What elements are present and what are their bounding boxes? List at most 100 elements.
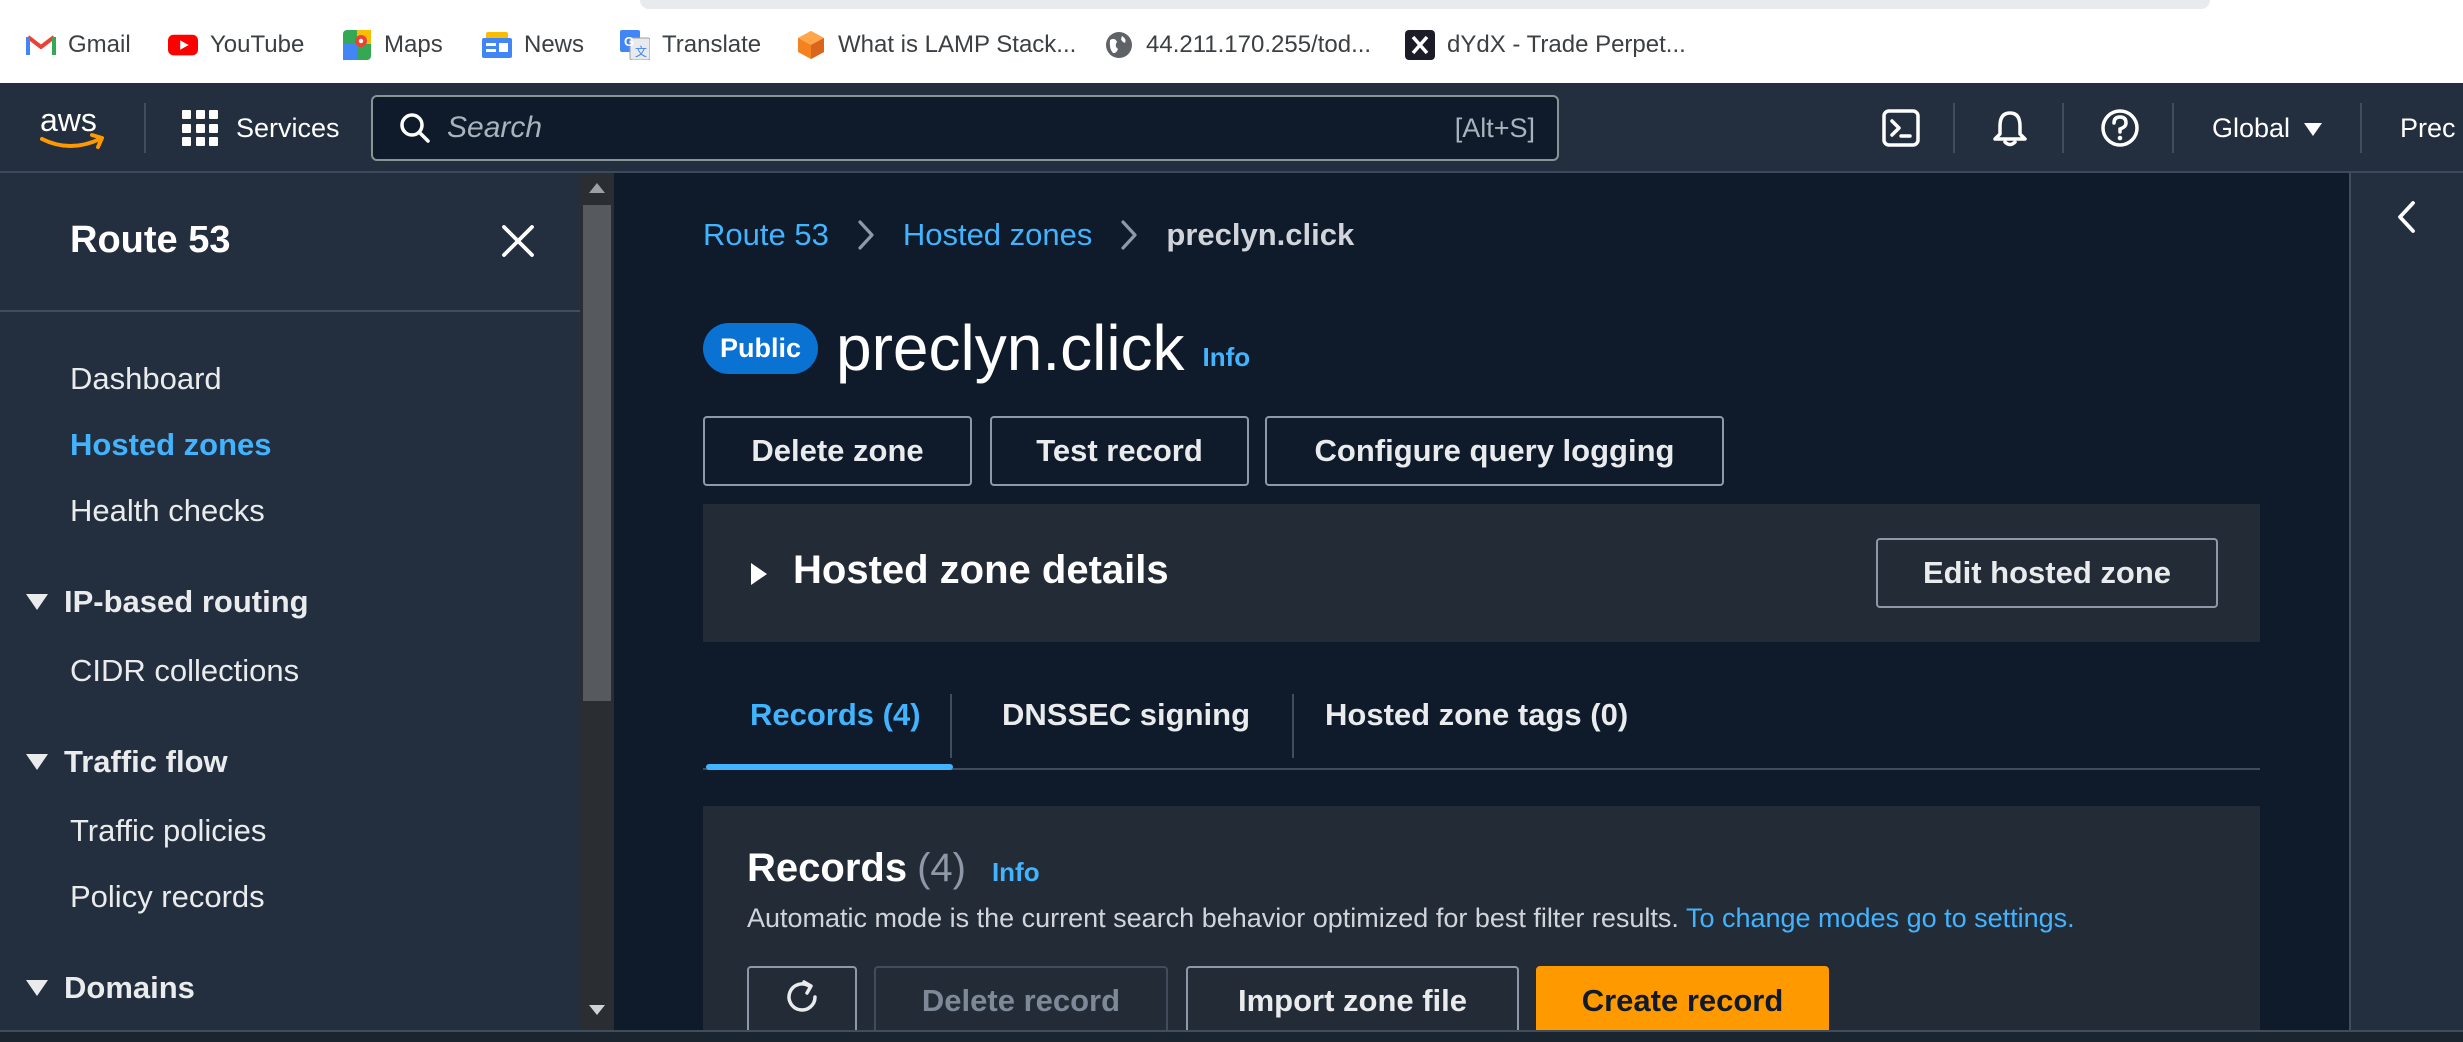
bookmark-translate[interactable]: G文 Translate [620, 26, 761, 64]
bookmark-label: News [524, 31, 585, 58]
bookmark-gmail[interactable]: Gmail [26, 26, 131, 64]
bookmark-ip-address[interactable]: 44.211.170.255/tod... [1104, 26, 1371, 64]
account-menu[interactable]: Prec [2400, 103, 2456, 153]
nav-divider [2360, 103, 2362, 153]
youtube-icon [168, 30, 198, 60]
news-icon [482, 30, 512, 60]
configure-query-logging-button[interactable]: Configure query logging [1265, 416, 1724, 486]
records-info-link[interactable]: Info [992, 857, 1040, 888]
sidebar-divider [0, 310, 580, 312]
maps-icon [342, 30, 372, 60]
sidebar-item-traffic-policies[interactable]: Traffic policies [70, 813, 266, 849]
browser-tab-strip [640, 0, 2210, 9]
delete-record-button[interactable]: Delete record [874, 966, 1168, 1030]
scroll-down-arrow-icon[interactable] [589, 1005, 605, 1015]
services-label: Services [236, 112, 340, 143]
gmail-icon [26, 30, 56, 60]
breadcrumb-current: preclyn.click [1166, 217, 1355, 252]
sidebar-item-hosted-zones[interactable]: Hosted zones [70, 427, 272, 463]
bookmark-label: dYdX - Trade Perpet... [1447, 31, 1686, 58]
nav-divider [1953, 103, 1955, 153]
svg-text:G: G [624, 34, 634, 49]
caret-down-icon [26, 754, 48, 770]
main-content: Route 53 Hosted zones preclyn.click Publ… [614, 173, 2349, 1030]
page-title: preclyn.click [836, 312, 1185, 384]
change-modes-settings-link[interactable]: To change modes go to settings. [1686, 903, 2075, 933]
sidebar-section-ip-based-routing[interactable]: IP-based routing [26, 584, 309, 620]
breadcrumb-hosted-zones[interactable]: Hosted zones [903, 217, 1093, 253]
sidebar-section-traffic-flow[interactable]: Traffic flow [26, 744, 228, 780]
hosted-zone-details-panel[interactable]: Hosted zone details Edit hosted zone [703, 504, 2260, 644]
tab-dnssec-signing[interactable]: DNSSEC signing [1002, 660, 1250, 770]
svg-text:aws: aws [40, 102, 97, 138]
scrollbar-thumb[interactable] [583, 205, 611, 701]
import-zone-file-button[interactable]: Import zone file [1186, 966, 1519, 1030]
search-input[interactable] [447, 103, 1455, 153]
sidebar-section-label: IP-based routing [64, 584, 309, 619]
tab-divider [950, 694, 952, 758]
sidebar-section-domains[interactable]: Domains [26, 970, 195, 1006]
translate-icon: G文 [620, 30, 650, 60]
zone-type-badge: Public [703, 322, 819, 374]
records-panel: Records (4) Info Automatic mode is the c… [703, 806, 2260, 1030]
scroll-up-arrow-icon[interactable] [589, 183, 605, 193]
delete-zone-button[interactable]: Delete zone [703, 416, 972, 486]
nav-divider [2062, 103, 2064, 153]
services-menu-button[interactable]: Services [182, 103, 340, 153]
global-search-box[interactable]: [Alt+S] [371, 95, 1559, 161]
sidebar-item-policy-records[interactable]: Policy records [70, 879, 265, 915]
tab-records[interactable]: Records (4) [750, 660, 921, 770]
page-header: Public preclyn.click Info [703, 311, 1250, 385]
help-icon[interactable] [2097, 105, 2143, 151]
route53-sidebar: Route 53 Dashboard Hosted zones Health c… [0, 173, 580, 1030]
caret-down-icon [26, 980, 48, 996]
breadcrumb: Route 53 Hosted zones preclyn.click [703, 217, 1354, 253]
aws-logo[interactable]: aws [36, 101, 112, 155]
bookmark-lamp-stack[interactable]: What is LAMP Stack... [796, 26, 1076, 64]
bookmark-label: What is LAMP Stack... [838, 31, 1077, 58]
bookmark-label: Translate [662, 31, 762, 58]
bookmark-dydx[interactable]: dYdX - Trade Perpet... [1405, 26, 1686, 64]
services-grid-icon [182, 110, 218, 146]
sidebar-item-dashboard[interactable]: Dashboard [70, 361, 222, 397]
sidebar-scrollbar[interactable] [580, 173, 614, 1030]
region-selector[interactable]: Global [2212, 103, 2323, 153]
records-count: (4) [917, 846, 966, 890]
hosted-zone-details-label: Hosted zone details [793, 548, 1169, 592]
bookmark-label: 44.211.170.255/tod... [1146, 31, 1372, 58]
records-description-text: Automatic mode is the current search beh… [747, 903, 1679, 933]
refresh-button[interactable] [747, 966, 857, 1030]
bookmark-maps[interactable]: Maps [342, 26, 443, 64]
cube-icon [796, 30, 826, 60]
chevron-left-icon[interactable] [2391, 197, 2423, 237]
bookmark-news[interactable]: News [482, 26, 584, 64]
globe-icon [1104, 30, 1134, 60]
tab-divider [1292, 694, 1294, 758]
edit-hosted-zone-button[interactable]: Edit hosted zone [1876, 538, 2218, 608]
tab-hosted-zone-tags[interactable]: Hosted zone tags (0) [1325, 660, 1628, 770]
breadcrumb-route53[interactable]: Route 53 [703, 217, 829, 253]
sidebar-item-cidr-collections[interactable]: CIDR collections [70, 653, 299, 689]
bookmark-label: Gmail [68, 31, 131, 58]
cloudshell-icon[interactable] [1878, 105, 1924, 151]
info-link[interactable]: Info [1203, 342, 1251, 373]
zone-tabs: Records (4) DNSSEC signing Hosted zone t… [703, 660, 2260, 770]
active-tab-indicator [706, 764, 953, 770]
records-heading: Records (4) Info [747, 846, 1040, 891]
test-record-button[interactable]: Test record [990, 416, 1249, 486]
region-label: Global [2212, 112, 2291, 143]
close-icon[interactable] [498, 221, 538, 261]
bookmark-label: Maps [384, 31, 443, 58]
help-panel-rail [2349, 173, 2463, 1030]
svg-text:文: 文 [635, 44, 647, 59]
create-record-button[interactable]: Create record [1536, 966, 1829, 1030]
footer-edge [0, 1030, 2463, 1042]
search-icon [397, 110, 433, 146]
records-description: Automatic mode is the current search beh… [747, 903, 2075, 934]
search-shortcut-hint: [Alt+S] [1454, 112, 1535, 143]
sidebar-item-health-checks[interactable]: Health checks [70, 493, 265, 529]
bookmark-youtube[interactable]: YouTube [168, 26, 304, 64]
sidebar-title: Route 53 [70, 219, 231, 261]
notifications-bell-icon[interactable] [1987, 105, 2033, 151]
records-title: Records [747, 846, 908, 890]
